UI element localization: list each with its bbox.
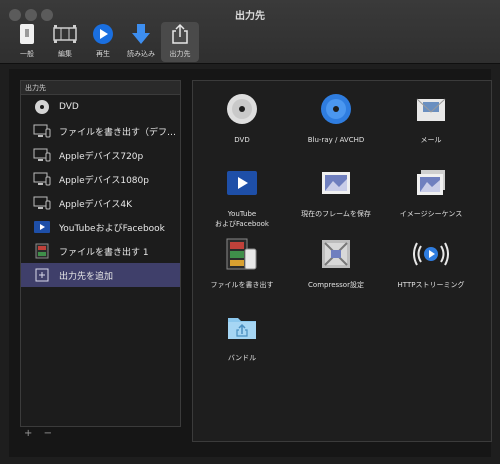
video-play-icon: [197, 165, 287, 201]
tile-label-line2: およびFacebook: [215, 220, 269, 228]
toolbar-share-label: 出力先: [169, 50, 191, 58]
share-folder-icon: [197, 309, 287, 345]
video-play-icon: [33, 219, 51, 235]
broadcast-icon: [386, 236, 476, 272]
list-item-label: ファイルを書き出す（デフ…: [59, 127, 177, 138]
list-item-dvd[interactable]: DVD: [21, 95, 180, 119]
list-item-label: Appleデバイス4K: [59, 199, 132, 210]
tile-youtube-facebook[interactable]: YouTube およびFacebook: [197, 165, 287, 229]
window-title: 出力先: [235, 11, 265, 22]
tile-label-line1: YouTube: [227, 210, 257, 218]
toolbar-play-label: 再生: [96, 50, 110, 58]
tile-export-file[interactable]: ファイルを書き出す: [197, 236, 287, 290]
list-item-label: ファイルを書き出す 1: [59, 247, 149, 258]
tile-image-sequence[interactable]: イメージシーケンス: [386, 165, 476, 219]
tile-compressor[interactable]: Compressor設定: [291, 236, 381, 290]
list-item-youtube-facebook[interactable]: YouTubeおよびFacebook: [21, 215, 180, 239]
film-icon: [33, 243, 51, 259]
preferences-window: 出力先 一般 編集 再生 読み込み 出力先 出力先 DVD ファイルを書き出す（…: [0, 0, 500, 464]
film-device-icon: [197, 236, 287, 272]
tile-bluray[interactable]: Blu-ray / AVCHD: [291, 91, 381, 145]
switch-icon: [14, 22, 40, 46]
remove-button[interactable]: −: [44, 428, 52, 439]
devices-icon: [33, 195, 51, 211]
dvd-disc-icon: [33, 99, 51, 115]
toolbar-play-button[interactable]: 再生: [84, 22, 122, 62]
tile-save-frame[interactable]: 現在のフレームを保存: [291, 165, 381, 219]
share-icon: [167, 22, 193, 46]
devices-icon: [33, 171, 51, 187]
list-item-export-file-1[interactable]: ファイルを書き出す 1: [21, 239, 180, 263]
toolbar-share-button[interactable]: 出力先: [161, 22, 199, 62]
tile-label: Compressor設定: [308, 281, 364, 289]
image-stack-icon: [386, 165, 476, 201]
tile-label: DVD: [234, 136, 250, 144]
destinations-sidebar: 出力先 DVD ファイルを書き出す（デフ… Appleデバイス720p Appl…: [20, 80, 181, 440]
devices-icon: [33, 123, 51, 139]
toolbar-import-label: 読み込み: [127, 50, 155, 58]
dvd-disc-icon: [197, 91, 287, 127]
destination-grid: DVD Blu-ray / AVCHD メール YouTube およびFaceb…: [192, 80, 492, 442]
tile-dvd[interactable]: DVD: [197, 91, 287, 145]
sidebar-header: 出力先: [20, 80, 181, 95]
filmstrip-icon: [52, 22, 78, 46]
add-destination-icon: [33, 267, 51, 283]
tile-label: ファイルを書き出す: [210, 281, 274, 289]
tile-label: Blu-ray / AVCHD: [307, 136, 365, 144]
list-item-apple-4k[interactable]: Appleデバイス4K: [21, 191, 180, 215]
mail-icon: [386, 91, 476, 127]
toolbar-import-button[interactable]: 読み込み: [122, 22, 160, 62]
toolbar-edit-label: 編集: [58, 50, 72, 58]
tile-bundle[interactable]: バンドル: [197, 309, 287, 363]
tile-label: イメージシーケンス: [399, 210, 463, 218]
title-bar: 出力先 一般 編集 再生 読み込み 出力先: [0, 0, 500, 64]
toolbar-general-button[interactable]: 一般: [8, 22, 46, 62]
tile-mail[interactable]: メール: [386, 91, 476, 145]
list-item-label: Appleデバイス1080p: [59, 175, 149, 186]
list-item-apple-720p[interactable]: Appleデバイス720p: [21, 143, 180, 167]
compressor-icon: [291, 236, 381, 272]
tile-label: 現在のフレームを保存: [301, 210, 371, 218]
list-item-label: 出力先を追加: [59, 271, 114, 282]
download-arrow-icon: [128, 22, 154, 46]
destination-list: DVD ファイルを書き出す（デフ… Appleデバイス720p Appleデバイ…: [20, 94, 181, 427]
list-item-apple-1080p[interactable]: Appleデバイス1080p: [21, 167, 180, 191]
list-item-export-default[interactable]: ファイルを書き出す（デフ…: [21, 119, 180, 143]
photo-frame-icon: [291, 165, 381, 201]
toolbar-edit-button[interactable]: 編集: [46, 22, 84, 62]
tile-label: メール: [420, 136, 442, 144]
list-item-label: DVD: [59, 102, 79, 112]
list-item-label: YouTubeおよびFacebook: [59, 223, 165, 234]
tile-label: HTTPストリーミング: [397, 281, 465, 289]
tile-label: バンドル: [227, 354, 257, 362]
list-item-label: Appleデバイス720p: [59, 151, 144, 162]
list-footer: + −: [20, 427, 185, 440]
devices-icon: [33, 147, 51, 163]
bluray-disc-icon: [291, 91, 381, 127]
toolbar-general-label: 一般: [20, 50, 34, 58]
list-item-add-destination[interactable]: 出力先を追加: [21, 263, 180, 287]
tile-http-streaming[interactable]: HTTPストリーミング: [386, 236, 476, 290]
play-circle-icon: [90, 22, 116, 46]
add-button[interactable]: +: [24, 428, 32, 439]
